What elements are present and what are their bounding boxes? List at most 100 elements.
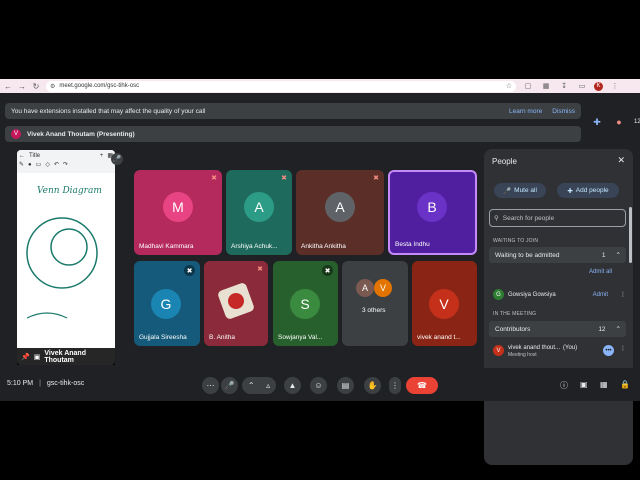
dismiss-button[interactable]: Dismiss [552,108,575,115]
pen-icon: ✎ [19,162,25,168]
plus-icon: + [99,152,104,159]
participant-tile[interactable]: M ✖ Madhavi Kammara [134,170,222,255]
host-avatar: V [493,345,504,356]
participant-tile[interactable]: A ✖ Arshiya Achuk... [226,170,292,255]
chevron-up-icon: ⌃ [615,252,621,259]
emoji-button[interactable]: ☺ [310,377,327,394]
participant-name: Madhavi Kammara [139,243,194,250]
mute-all-button[interactable]: 🎤 Mute all [494,183,546,198]
browser-toolbar: ← → ↻ ⚙ meet.google.com/gsc-tihk-osc ☆ ▢… [0,79,640,93]
chat-icon[interactable]: ▣ [580,380,588,389]
participant-tile[interactable]: ✖ B. Anitha [204,261,268,346]
meet-app: You have extensions installed that may a… [0,93,640,465]
participant-tile[interactable]: V vivek anand t... [412,261,477,346]
participant-name: Besta Indhu [395,241,430,248]
admit-button[interactable]: Admit [593,292,608,298]
host-row: V vivek anand thout... (You) Meeting hos… [489,345,626,358]
participant-name: Ankitha Ankitha [301,243,346,250]
address-bar[interactable]: ⚙ meet.google.com/gsc-tihk-osc ☆ [46,80,516,92]
back-arrow-icon: ← [19,152,25,159]
more-options-button[interactable]: ⋮ [389,377,401,394]
participant-tile[interactable]: A ✖ Ankitha Ankitha [296,170,384,255]
others-count: 3 others [362,307,386,314]
participants-icon[interactable]: ● [612,115,626,129]
other-avatar: V [374,279,392,297]
back-icon[interactable]: ← [2,80,14,92]
participant-avatar: M [163,192,193,222]
participant-count: 12 [634,119,640,125]
mic-off-icon: ✖ [257,266,263,273]
participant-name: Arshiya Achuk... [231,243,278,250]
menu-kebab-icon[interactable]: ⋮ [609,80,621,92]
other-avatar: A [356,279,374,297]
mic-button[interactable]: 🎤 [221,377,238,394]
call-controls-bar: 5:10 PM | gsc-tihk-osc ⋯ 🎤 ⌃ ▵ ▲ ☺ ▤ ✋ ⋮… [0,368,640,401]
waiting-group-header[interactable]: Waiting to be admitted 1 ⌃ [489,247,626,263]
waiting-section-label: WAITING TO JOIN [493,238,539,244]
more-options-icon[interactable]: ⋮ [620,345,626,352]
mic-off-icon: ✖ [322,265,333,276]
presentation-view[interactable]: ← Title + ▦ ✎ ● ▭ ◇ ↶ ↷ Venn Diagram [17,150,115,365]
presenter-name-label: 📌 ▣ Vivek Anand Thoutam [17,348,115,365]
pin-icon[interactable]: 📌 [21,353,30,361]
present-button[interactable]: ▲ [284,377,301,394]
participant-tile-active[interactable]: B Besta Indhu [388,170,477,255]
mic-off-icon: ✖ [373,175,379,182]
reload-icon[interactable]: ↻ [30,80,42,92]
forward-icon[interactable]: → [16,80,28,92]
bookmark-star-icon[interactable]: ☆ [506,82,512,90]
camera-options-button[interactable]: ⌃ ▵ [242,377,276,394]
participant-name: vivek anand t... [417,334,461,341]
close-icon[interactable]: ✕ [617,155,625,166]
presenting-text: Vivek Anand Thoutam (Presenting) [27,130,135,138]
presenter-avatar: V [11,129,21,139]
add-person-icon[interactable]: ✚ [590,115,604,129]
captions-button[interactable]: ▤ [337,377,354,394]
meeting-code: gsc-tihk-osc [46,380,85,387]
meeting-details-icon[interactable]: ⓘ [560,380,568,391]
presenter-mic-icon: 🎤 [111,153,123,165]
raise-hand-button[interactable]: ✋ [364,377,381,394]
host-role: Meeting host [508,352,537,358]
mic-off-icon: ✖ [184,265,195,276]
url-text: meet.google.com/gsc-tihk-osc [59,83,140,89]
search-input[interactable] [502,214,613,222]
cast-icon[interactable]: ▢ [522,80,534,92]
participant-tile[interactable]: G ✖ Gujjala Sireesha [134,261,200,346]
add-people-label: Add people [575,187,609,194]
title-field: Title [29,152,41,159]
participant-tile[interactable]: S ✖ Sowjanya Val... [273,261,338,346]
download-icon[interactable]: ↧ [558,80,570,92]
admit-all-button[interactable]: Admit all [589,269,612,275]
panel-scrollbar[interactable] [629,207,632,263]
profile-picture [218,283,254,319]
learn-more-link[interactable]: Learn more [509,108,542,115]
extensions-icon[interactable]: ▦ [540,80,552,92]
search-icon: ⚲ [494,215,499,222]
leave-call-button[interactable]: ☎ [406,377,438,394]
contributors-group-header[interactable]: Contributors 12 ⌃ [489,321,626,337]
people-panel-title: People [492,157,517,166]
chevron-up-icon: ⌃ [247,381,255,390]
participant-avatar: B [417,192,447,222]
mic-off-icon: ✖ [211,175,217,182]
site-info-icon[interactable]: ⚙ [50,83,55,90]
tab-search-icon[interactable]: ▭ [576,80,588,92]
participant-name: Sowjanya Val... [278,334,323,341]
profile-avatar[interactable]: K [594,81,603,91]
speaking-indicator-icon: ••• [603,345,614,356]
waiting-person-row: G Gowsiya Gowsiya Admit ⋮ [489,289,626,300]
mute-all-label: Mute all [514,187,537,194]
whiteboard-toolbar: ← Title + ▦ ✎ ● ▭ ◇ ↶ ↷ [17,150,115,173]
people-search[interactable]: ⚲ [489,209,626,227]
eraser-icon: ▭ [35,162,42,168]
in-meeting-section-label: IN THE MEETING [493,311,537,317]
more-options-icon[interactable]: ⋮ [620,291,626,298]
others-tile[interactable]: A V 3 others [342,261,408,346]
extension-warning-banner: You have extensions installed that may a… [5,103,581,119]
more-reactions-button[interactable]: ⋯ [202,377,219,394]
host-name: vivek anand thout... [508,345,561,351]
host-controls-icon[interactable]: 🔒 [620,380,630,389]
add-people-button[interactable]: ✚ Add people [557,183,619,198]
activities-icon[interactable]: ▦ [600,380,608,389]
